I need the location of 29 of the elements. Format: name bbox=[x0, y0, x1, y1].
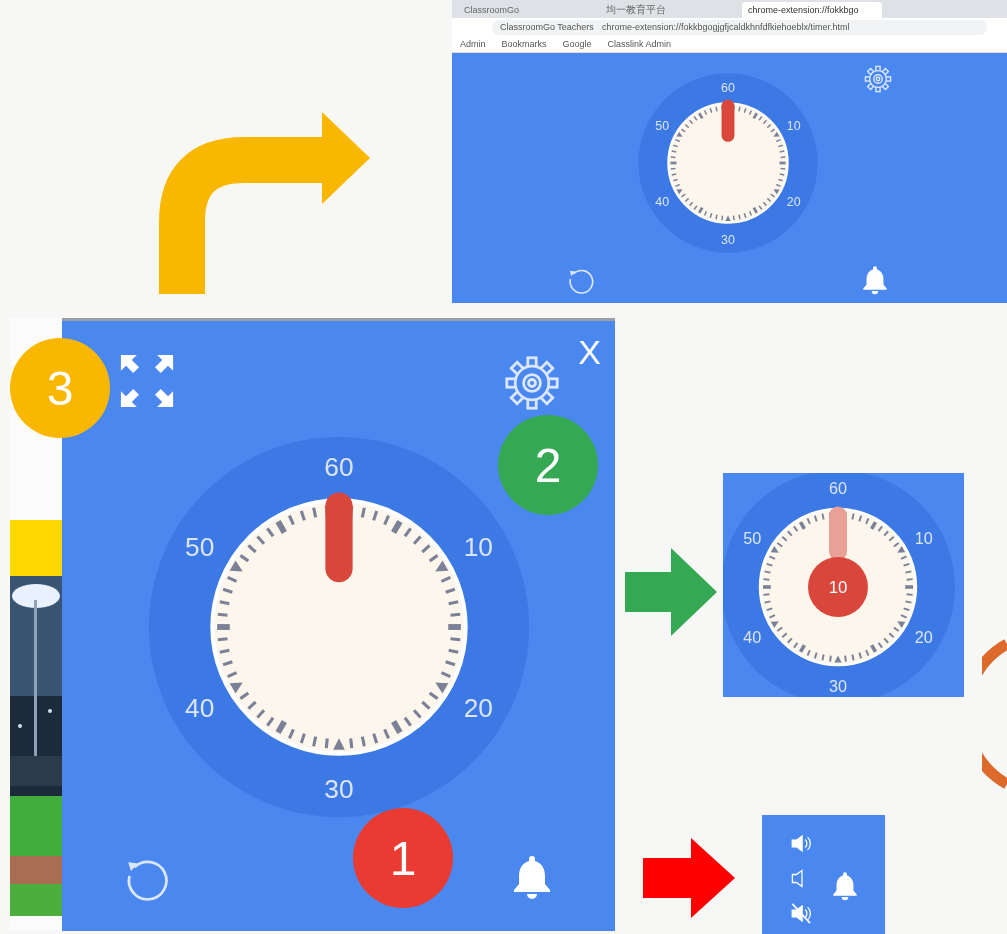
bookmark-link[interactable]: Admin bbox=[460, 39, 486, 49]
dial-number: 60 bbox=[829, 479, 847, 497]
dial-number: 60 bbox=[721, 80, 735, 95]
dial-number: 50 bbox=[185, 532, 215, 563]
dial-number: 20 bbox=[786, 194, 801, 209]
dial-number: 10 bbox=[914, 528, 933, 547]
url-text: chrome-extension://fokkbgogjgfjcaldkhnfdfkiehoeblx/timer.html bbox=[601, 22, 850, 32]
bookmark-link[interactable]: Bookmarks bbox=[501, 39, 547, 49]
dial-number: 40 bbox=[185, 693, 215, 724]
dial-number: 20 bbox=[463, 693, 493, 724]
dial-number: 10 bbox=[786, 118, 801, 133]
dial-number: 20 bbox=[914, 627, 933, 646]
browser-tab[interactable]: chrome-extension://fokkbgo bbox=[742, 2, 882, 18]
dial-number: 50 bbox=[655, 118, 670, 133]
dial-number: 40 bbox=[655, 194, 670, 209]
dial-number: 50 bbox=[743, 528, 762, 547]
dial-number: 30 bbox=[721, 232, 735, 247]
browser-tab[interactable]: 均一教育平台 bbox=[600, 2, 740, 18]
bookmark-link[interactable]: Classlink Admin bbox=[607, 39, 672, 49]
dial-number: 40 bbox=[743, 627, 762, 646]
browser-tab[interactable]: ClassroomGo bbox=[458, 2, 598, 18]
site-name: ClassroomGo Teachers bbox=[500, 22, 594, 32]
knob-label: 10 bbox=[828, 578, 848, 597]
dial-number: 30 bbox=[324, 773, 354, 804]
dial-number: 30 bbox=[829, 677, 847, 695]
address-bar[interactable]: ClassroomGo Teachers chrome-extension://fokkbgogjgfjcaldkhnfdfkiehoeblx/timer.html bbox=[492, 19, 987, 35]
dial-number: 10 bbox=[463, 532, 493, 563]
bookmark-link[interactable]: Google bbox=[562, 39, 592, 49]
dial-number: 60 bbox=[324, 451, 354, 482]
